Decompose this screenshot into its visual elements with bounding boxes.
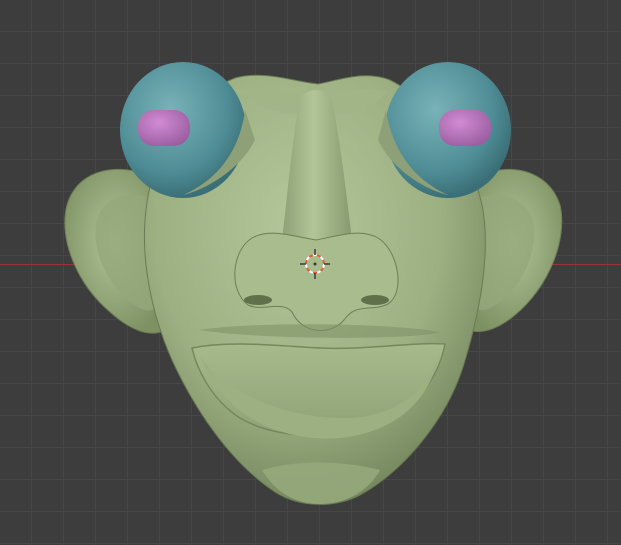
right-nostril bbox=[361, 295, 389, 305]
3d-viewport[interactable] bbox=[0, 0, 621, 545]
3d-cursor-icon[interactable] bbox=[300, 249, 330, 279]
chin bbox=[262, 462, 380, 504]
right-pupil bbox=[439, 110, 491, 146]
left-pupil bbox=[138, 110, 190, 146]
left-nostril bbox=[244, 295, 272, 305]
